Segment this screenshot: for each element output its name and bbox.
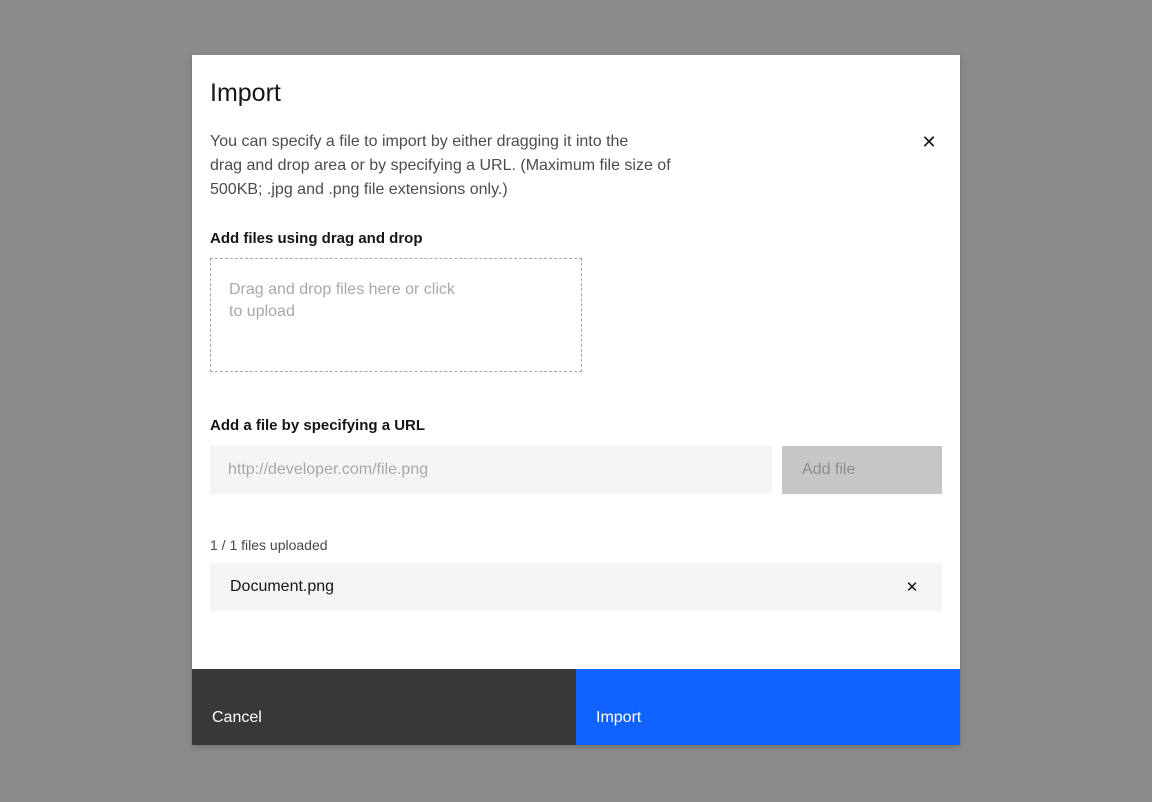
modal-description: You can specify a file to import by eith… [210,130,942,202]
import-button[interactable]: Import [576,669,960,745]
uploaded-file-row: Document.png ✕ [210,563,942,611]
close-button[interactable]: ✕ [913,126,945,158]
remove-file-icon: ✕ [906,578,919,596]
url-section-label: Add a file by specifying a URL [210,417,942,435]
dropzone-placeholder: Drag and drop files here or click to upl… [229,279,563,323]
url-input-row: Add file [210,446,942,494]
file-dropzone[interactable]: Drag and drop files here or click to upl… [210,258,582,372]
upload-status-text: 1 / 1 files uploaded [210,536,942,554]
modal-title: Import [210,77,942,109]
overlay: { "modal": { "title": "Import", "close_i… [0,0,1152,802]
add-file-button[interactable]: Add file [782,446,942,494]
url-input[interactable] [210,446,772,494]
remove-file-button[interactable]: ✕ [898,573,926,601]
cancel-button[interactable]: Cancel [192,669,576,745]
modal-body: Import ✕ You can specify a file to impor… [192,55,960,669]
import-modal: Import ✕ You can specify a file to impor… [192,55,960,745]
drag-drop-label: Add files using drag and drop [210,230,942,248]
uploaded-file-name: Document.png [230,578,334,596]
close-icon: ✕ [921,126,936,158]
modal-footer: Cancel Import [192,669,960,745]
